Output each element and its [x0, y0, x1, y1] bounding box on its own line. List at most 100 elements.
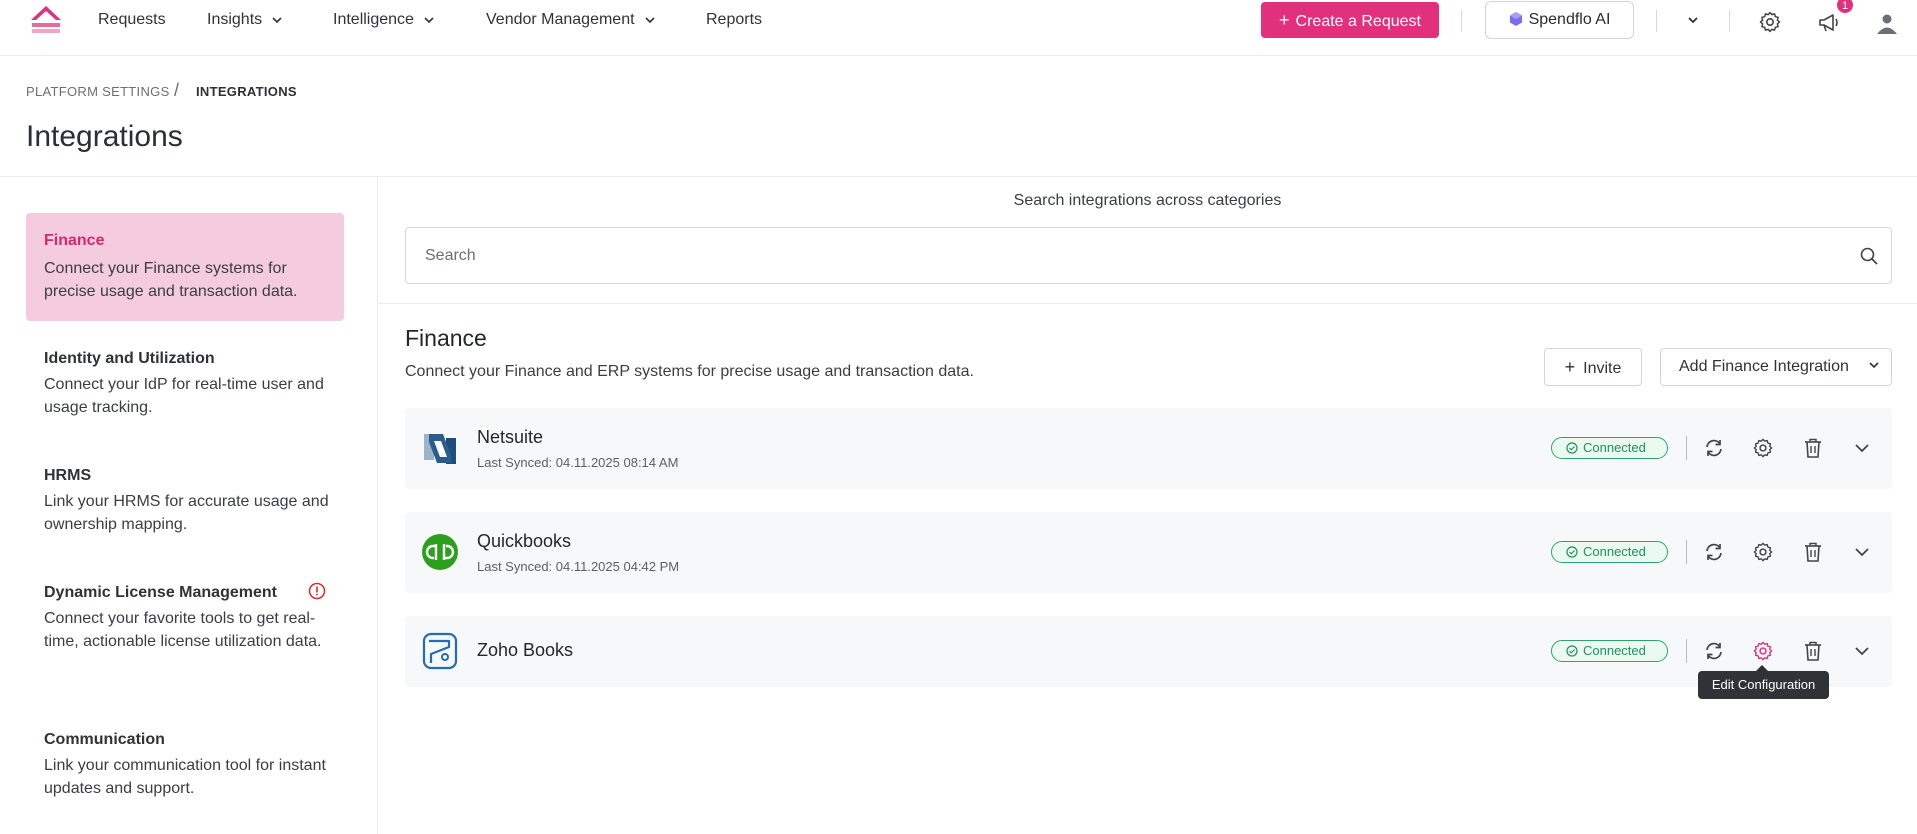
chevron-down-icon[interactable] — [1851, 437, 1873, 459]
breadcrumb-separator: / — [174, 80, 180, 100]
nav-requests-label: Requests — [98, 11, 166, 28]
spendflo-ai-label: Spendflo AI — [1528, 11, 1611, 28]
sidebar-item-hrms[interactable]: HRMS Link your HRMS for accurate usage a… — [26, 453, 344, 553]
add-finance-integration-label: Add Finance Integration — [1679, 358, 1849, 375]
sidebar-item-desc: Link your communication tool for instant… — [44, 757, 326, 797]
nav-divider — [1729, 10, 1730, 32]
trash-icon[interactable] — [1802, 437, 1824, 459]
status-label: Connected — [1583, 544, 1646, 559]
chevron-down-icon[interactable] — [1681, 8, 1705, 32]
nav-vendor-management[interactable]: Vendor Management — [486, 10, 655, 30]
sidebar-item-desc: Connect your Finance systems for precise… — [44, 260, 298, 300]
sidebar-item-title: Identity and Utilization — [44, 350, 215, 367]
chevron-down-icon — [1869, 362, 1879, 368]
search-caption: Search integrations across categories — [1013, 192, 1282, 209]
nav-reports-label: Reports — [706, 11, 763, 28]
plus-icon: + — [1279, 10, 1290, 30]
search-box — [405, 227, 1892, 284]
integration-name: Netsuite — [477, 427, 544, 447]
section-desc: Connect your Finance and ERP systems for… — [405, 363, 974, 380]
plus-icon: + — [1564, 357, 1576, 377]
spendflo-logo[interactable] — [28, 4, 64, 36]
sidebar-item-communication[interactable]: Communication Link your communication to… — [26, 717, 344, 817]
settings-gear-icon[interactable] — [1758, 10, 1782, 34]
breadcrumb-platform-settings[interactable]: PLATFORM SETTINGS — [26, 84, 170, 99]
megaphone-icon[interactable] — [1817, 10, 1841, 34]
edit-configuration-tooltip: Edit Configuration — [1698, 665, 1829, 699]
integration-row-netsuite: Netsuite Last Synced: 04.11.2025 08:14 A… — [405, 408, 1892, 489]
sidebar-item-title: HRMS — [44, 467, 92, 484]
nav-requests[interactable]: Requests — [98, 10, 166, 30]
create-request-label: Create a Request — [1295, 13, 1421, 30]
check-circle-icon — [1566, 442, 1578, 454]
sidebar-item-finance[interactable]: Finance Connect your Finance systems for… — [26, 213, 344, 321]
sidebar-item-desc: Link your HRMS for accurate usage and ow… — [44, 493, 329, 533]
user-avatar-icon[interactable] — [1875, 11, 1899, 35]
integration-name: Zoho Books — [477, 640, 574, 660]
sidebar-item-desc: Connect your favorite tools to get real-… — [44, 610, 322, 650]
status-badge: Connected — [1551, 541, 1668, 563]
trash-icon[interactable] — [1802, 640, 1824, 662]
invite-button[interactable]: + Invite — [1544, 348, 1642, 386]
spendflo-ai-button[interactable]: Spendflo AI — [1485, 1, 1634, 39]
page-title: Integrations — [26, 120, 183, 153]
nav-intelligence-label: Intelligence — [333, 11, 414, 28]
chevron-down-icon — [424, 17, 434, 23]
divider — [377, 177, 378, 834]
last-synced: Last Synced: 04.11.2025 08:14 AM — [477, 455, 679, 470]
chevron-down-icon[interactable] — [1851, 640, 1873, 662]
integration-row-zoho-books: Zoho Books Connected — [405, 616, 1892, 687]
sidebar-item-dynamic-license[interactable]: Dynamic License Management Connect your … — [26, 570, 344, 690]
chevron-down-icon — [272, 17, 282, 23]
zoho-books-logo — [422, 632, 458, 670]
invite-label: Invite — [1583, 360, 1622, 377]
nav-insights[interactable]: Insights — [207, 10, 282, 30]
integration-name: Quickbooks — [477, 531, 572, 551]
chevron-down-icon — [644, 17, 655, 23]
search-input[interactable] — [423, 228, 1823, 283]
check-circle-icon — [1566, 645, 1578, 657]
netsuite-logo — [424, 434, 456, 464]
nav-reports[interactable]: Reports — [706, 10, 762, 30]
nav-divider — [1461, 10, 1462, 32]
sidebar-item-title: Finance — [44, 232, 105, 249]
notification-badge: 1 — [1836, 0, 1854, 14]
nav-intelligence[interactable]: Intelligence — [333, 10, 434, 30]
sync-icon[interactable] — [1703, 640, 1725, 662]
settings-gear-icon[interactable] — [1752, 640, 1774, 662]
integration-row-quickbooks: Quickbooks Last Synced: 04.11.2025 04:42… — [405, 512, 1892, 593]
divider — [0, 176, 1917, 177]
sidebar-item-title: Dynamic License Management — [44, 584, 277, 601]
divider — [1686, 436, 1687, 460]
settings-gear-icon[interactable] — [1752, 541, 1774, 563]
sync-icon[interactable] — [1703, 541, 1725, 563]
nav-divider — [1656, 10, 1657, 32]
status-badge: Connected — [1551, 437, 1668, 459]
divider — [1686, 540, 1687, 564]
nav-insights-label: Insights — [207, 11, 263, 28]
status-label: Connected — [1583, 440, 1646, 455]
warning-icon — [308, 582, 326, 600]
search-icon[interactable] — [1859, 246, 1879, 266]
create-request-button[interactable]: + Create a Request — [1261, 2, 1439, 38]
section-title: Finance — [405, 325, 487, 351]
nav-vendor-management-label: Vendor Management — [486, 11, 635, 28]
check-circle-icon — [1566, 546, 1578, 558]
settings-gear-icon[interactable] — [1752, 437, 1774, 459]
sidebar-item-desc: Connect your IdP for real-time user and … — [44, 376, 324, 416]
trash-icon[interactable] — [1802, 541, 1824, 563]
breadcrumb-current: INTEGRATIONS — [196, 84, 297, 99]
quickbooks-logo — [422, 534, 458, 570]
divider — [378, 303, 1917, 304]
chevron-down-icon[interactable] — [1851, 541, 1873, 563]
ai-cube-icon — [1509, 12, 1522, 26]
sidebar-item-title: Communication — [44, 731, 165, 748]
last-synced: Last Synced: 04.11.2025 04:42 PM — [477, 559, 680, 574]
divider — [1686, 639, 1687, 663]
status-badge: Connected — [1551, 640, 1668, 662]
sync-icon[interactable] — [1703, 437, 1725, 459]
sidebar-item-identity[interactable]: Identity and Utilization Connect your Id… — [26, 336, 344, 436]
add-finance-integration-button[interactable]: Add Finance Integration — [1660, 348, 1892, 386]
status-label: Connected — [1583, 643, 1646, 658]
top-nav: Requests Insights Intelligence Vendor Ma… — [0, 0, 1917, 56]
